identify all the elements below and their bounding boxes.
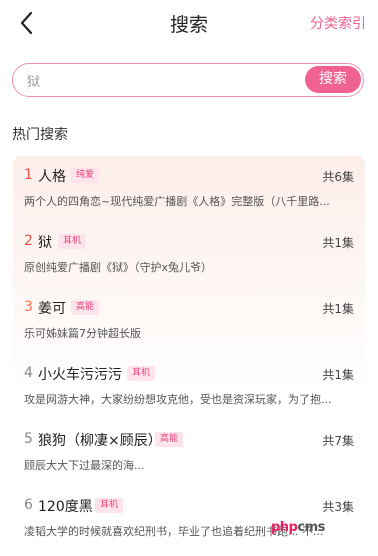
- header: 搜索 分类索引: [0, 0, 378, 46]
- item-description: 顾辰大大下过最深的海...: [24, 459, 145, 472]
- search-button[interactable]: 搜索: [305, 66, 361, 93]
- search-input[interactable]: [27, 70, 297, 90]
- item-tag: 高能: [155, 432, 184, 447]
- hot-search-item[interactable]: 4 小火车污污污 耳机 共1集 攻是网游大神，大家纷纷想攻克他，受也是资深玩家，…: [13, 364, 365, 424]
- hot-search-list: 1 人格 纯爱 共6集 两个人的四角恋~现代纯爱广播剧《人格》完整版（八千里路.…: [13, 156, 365, 551]
- watermark-rest: cms: [297, 520, 325, 535]
- item-description: 攻是网游大神，大家纷纷想攻克他，受也是资深玩家，为了抱...: [24, 393, 332, 406]
- watermark-brand: php: [271, 520, 298, 535]
- item-tag: 耳机: [95, 498, 124, 513]
- episode-count: 共3集: [322, 500, 354, 514]
- rank-number: 5: [24, 431, 33, 447]
- category-index-link[interactable]: 分类索引: [310, 13, 366, 33]
- hot-search-title: 热门搜索: [12, 127, 68, 143]
- rank-number: 3: [24, 299, 33, 315]
- item-description: 乐可姊妹篇7分钟超长版: [24, 327, 141, 340]
- item-description: 原创纯爱广播剧《狱》（守护x兔儿爷）: [24, 261, 213, 274]
- hot-search-item[interactable]: 3 姜可 高能 共1集 乐可姊妹篇7分钟超长版: [13, 298, 365, 358]
- rank-number: 6: [24, 497, 33, 513]
- item-tag: 高能: [71, 300, 100, 315]
- item-title: 小火车污污污: [38, 367, 122, 383]
- episode-count: 共1集: [322, 302, 354, 316]
- item-title: 120度黑: [38, 499, 93, 515]
- search-bar: 搜索: [12, 63, 364, 97]
- item-title: 狼狗（柳凄×顾辰）: [38, 433, 162, 449]
- rank-number: 4: [24, 365, 33, 381]
- episode-count: 共1集: [322, 368, 354, 382]
- episode-count: 共6集: [322, 170, 354, 184]
- item-description: 两个人的四角恋~现代纯爱广播剧《人格》完整版（八千里路...: [24, 195, 330, 208]
- item-tag: 纯爱: [71, 168, 100, 183]
- hot-search-item[interactable]: 5 狼狗（柳凄×顾辰） 高能 共7集 顾辰大大下过最深的海...: [13, 430, 365, 490]
- rank-number: 1: [24, 167, 33, 183]
- item-tag: 耳机: [58, 234, 87, 249]
- item-title: 人格: [38, 169, 66, 185]
- item-tag: 耳机: [127, 366, 156, 381]
- rank-number: 2: [24, 233, 33, 249]
- hot-search-item[interactable]: 1 人格 纯爱 共6集 两个人的四角恋~现代纯爱广播剧《人格》完整版（八千里路.…: [13, 166, 365, 226]
- episode-count: 共1集: [322, 236, 354, 250]
- item-title: 姜可: [38, 301, 66, 317]
- episode-count: 共7集: [322, 434, 354, 448]
- item-title: 狱: [38, 235, 52, 251]
- hot-search-item[interactable]: 2 狱 耳机 共1集 原创纯爱广播剧《狱》（守护x兔儿爷）: [13, 232, 365, 292]
- watermark-logo: phpcms: [271, 520, 325, 535]
